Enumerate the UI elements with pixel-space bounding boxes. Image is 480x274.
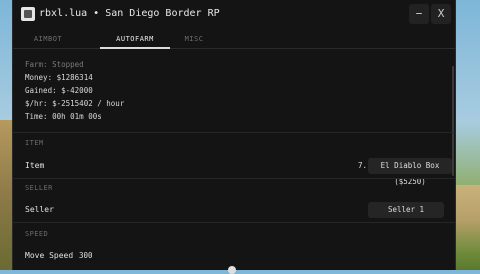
divider — [13, 178, 455, 179]
item-label: Item — [25, 161, 45, 170]
scrollbar[interactable] — [452, 66, 454, 176]
item-section-header: ITEM — [25, 139, 44, 147]
divider — [13, 132, 455, 133]
item-index: 7. — [358, 161, 368, 170]
app-icon — [21, 7, 35, 21]
tab-aimbot[interactable]: AIMBOT — [13, 30, 83, 48]
time-stat: Time: 00h 01m 00s — [25, 112, 102, 121]
item-dropdown[interactable]: El Diablo Box ($5250) — [368, 158, 452, 186]
minimize-button[interactable]: − — [409, 4, 429, 24]
divider — [13, 222, 455, 223]
seller-section-header: SELLER — [25, 184, 53, 192]
speed-section-header: SPEED — [25, 230, 49, 238]
title-bar[interactable]: rbxl.lua • San Diego Border RP − X — [13, 0, 455, 30]
move-speed-value: 300 — [79, 251, 93, 260]
money-stat: Money: $1286314 — [25, 73, 93, 82]
seller-label: Seller — [25, 205, 54, 214]
farm-stats: Farm: Stopped Money: $1286314 Gained: $-… — [25, 58, 124, 123]
close-button[interactable]: X — [431, 4, 451, 24]
seller-dropdown[interactable]: Seller 1 — [368, 202, 444, 218]
window-title: rbxl.lua • San Diego Border RP — [39, 8, 220, 19]
tab-bar: AIMBOT AUTOFARM MISC — [13, 30, 455, 49]
script-window: rbxl.lua • San Diego Border RP − X AIMBO… — [12, 0, 456, 270]
tab-misc[interactable]: MISC — [159, 30, 229, 48]
slider-handle[interactable] — [228, 266, 236, 274]
gained-stat: Gained: $-42000 — [25, 86, 93, 95]
farm-status: Farm: Stopped — [25, 60, 84, 69]
rate-stat: $/hr: $-2515402 / hour — [25, 99, 125, 108]
move-speed-label: Move Speed — [25, 251, 74, 260]
